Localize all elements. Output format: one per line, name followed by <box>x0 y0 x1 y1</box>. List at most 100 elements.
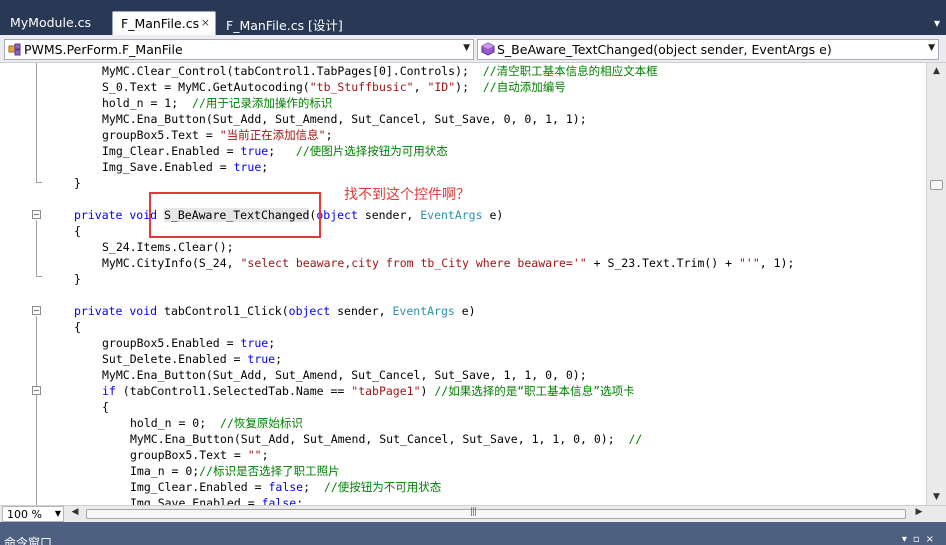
code-line[interactable]: groupBox5.Enabled = true; <box>102 335 275 351</box>
code-token: "ID" <box>427 80 456 94</box>
collapse-icon[interactable]: − <box>32 210 41 219</box>
outline-guide <box>36 276 42 277</box>
code-token: , <box>413 80 428 94</box>
code-token: //清空职工基本信息的相应文本框 <box>482 64 658 78</box>
code-line[interactable]: } <box>74 175 81 191</box>
code-line[interactable]: Sut_Delete.Enabled = true; <box>102 351 282 367</box>
code-editor[interactable]: − − − MyMC.Clear_Control(tabControl1.Tab… <box>0 63 926 505</box>
outline-guide <box>36 182 42 183</box>
code-token: S_24.Items.Clear(); <box>102 240 234 254</box>
collapse-icon[interactable]: − <box>32 386 41 395</box>
code-token: true <box>233 160 262 174</box>
code-token: ; <box>268 336 276 350</box>
chevron-down-icon[interactable]: ▼ <box>928 43 935 53</box>
code-line[interactable]: { <box>102 399 109 415</box>
code-line[interactable]: MyMC.Ena_Button(Sut_Add, Sut_Amend, Sut_… <box>130 431 642 447</box>
code-token: object <box>316 208 358 222</box>
code-token: "当前正在添加信息" <box>219 128 326 142</box>
collapse-icon[interactable]: − <box>32 306 41 315</box>
code-line[interactable]: } <box>74 271 81 287</box>
code-line[interactable]: Img_Save.Enabled = false; <box>130 495 303 505</box>
zoom-dropdown[interactable]: 100 % ▼ <box>2 506 64 522</box>
scroll-down-icon[interactable]: ▼ <box>928 489 945 505</box>
code-line[interactable]: Img_Clear.Enabled = false; //使按钮为不可用状态 <box>130 479 441 495</box>
code-line[interactable]: hold_n = 1; //用于记录添加操作的标识 <box>102 95 332 111</box>
vertical-scroll-thumb[interactable] <box>930 180 943 190</box>
scroll-left-icon[interactable]: ◀ <box>68 507 82 517</box>
code-token: groupBox5.Enabled = <box>102 336 241 350</box>
window-close-icon[interactable]: ▾ <box>934 16 940 30</box>
code-line[interactable]: if (tabControl1.SelectedTab.Name == "tab… <box>102 383 635 399</box>
code-token: e) <box>454 304 476 318</box>
close-icon[interactable]: × <box>201 16 210 29</box>
code-line[interactable]: S_0.Text = MyMC.GetAutocoding("tb_Stuffb… <box>102 79 566 95</box>
horizontal-scrollbar[interactable]: ◀ ||| ▶ <box>66 506 926 522</box>
chevron-down-icon[interactable]: ▼ <box>463 43 470 53</box>
code-text-area[interactable]: MyMC.Clear_Control(tabControl1.TabPages[… <box>46 63 926 505</box>
command-window-title: 命令窗口 <box>4 536 53 545</box>
code-token: Img_Save.Enabled = <box>102 160 234 174</box>
tab-f-manfile-designer[interactable]: F_ManFile.cs [设计] <box>218 11 418 35</box>
code-line[interactable]: hold_n = 0; //恢复原始标识 <box>130 415 303 431</box>
code-token: if <box>102 384 116 398</box>
code-token: true <box>240 144 269 158</box>
class-icon <box>8 43 21 56</box>
tab-mymodule-cs[interactable]: MyModule.cs <box>2 11 112 35</box>
pane-buttons[interactable]: ▾▫× <box>902 534 940 545</box>
code-line[interactable]: MyMC.CityInfo(S_24, "select beaware,city… <box>102 255 794 271</box>
code-line[interactable]: { <box>74 319 81 335</box>
code-token: object <box>288 304 331 318</box>
vertical-scrollbar[interactable]: ▲ ▼ <box>926 63 946 505</box>
code-line[interactable]: Ima_n = 0;//标识是否选择了职工照片 <box>130 463 340 479</box>
code-token: + S_23.Text.Trim() + <box>586 256 739 270</box>
code-token: Img_Clear.Enabled = <box>102 144 241 158</box>
code-token: //如果选择的是“职工基本信息”选项卡 <box>434 384 635 398</box>
code-line[interactable]: MyMC.Ena_Button(Sut_Add, Sut_Amend, Sut_… <box>102 367 587 383</box>
tab-label: F_ManFile.cs [设计] <box>226 18 343 33</box>
class-dropdown[interactable]: PWMS.PerForm.F_ManFile ▼ <box>4 39 474 60</box>
code-line[interactable]: groupBox5.Text = ""; <box>130 447 269 463</box>
code-token: Img_Save.Enabled = <box>130 496 262 505</box>
method-icon <box>481 42 495 56</box>
code-token: true <box>247 352 276 366</box>
code-token: //自动添加编号 <box>482 80 566 94</box>
code-token: ; <box>261 448 269 462</box>
grip-icon: ||| <box>470 507 477 517</box>
code-line[interactable]: { <box>74 223 81 239</box>
code-token: true <box>240 336 269 350</box>
horizontal-scroll-thumb[interactable] <box>86 509 906 519</box>
code-token: hold_n = 1; <box>102 96 193 110</box>
code-token: ; <box>275 352 283 366</box>
code-token: hold_n = 0; <box>130 416 221 430</box>
member-dropdown[interactable]: S_BeAware_TextChanged(object sender, Eve… <box>477 39 939 60</box>
code-token: e) <box>482 208 504 222</box>
scroll-right-icon[interactable]: ▶ <box>912 507 926 517</box>
code-token: private void <box>74 304 165 318</box>
code-token: MyMC.Clear_Control(tabControl1.TabPages[… <box>102 64 483 78</box>
code-token: Img_Clear.Enabled = <box>130 480 269 494</box>
chevron-down-icon[interactable]: ▼ <box>55 509 61 518</box>
code-line[interactable]: groupBox5.Text = "当前正在添加信息"; <box>102 127 333 143</box>
code-line[interactable]: S_24.Items.Clear(); <box>102 239 234 255</box>
outline-guide <box>36 316 37 396</box>
code-line[interactable]: MyMC.Clear_Control(tabControl1.TabPages[… <box>102 63 658 79</box>
tab-label: MyModule.cs <box>10 15 91 30</box>
code-line[interactable]: Img_Clear.Enabled = true; //使图片选择按钮为可用状态 <box>102 143 448 159</box>
scroll-up-icon[interactable]: ▲ <box>928 63 945 79</box>
tab-f-manfile-cs[interactable]: F_ManFile.cs × <box>112 11 216 35</box>
code-token: MyMC.CityInfo(S_24, <box>102 256 241 270</box>
code-token: EventArgs <box>392 304 455 318</box>
annotation-highlight-box <box>149 192 321 238</box>
code-token: //使按钮为不可用状态 <box>323 480 442 494</box>
zoom-value: 100 % <box>7 508 42 521</box>
member-dropdown-value: S_BeAware_TextChanged(object sender, Eve… <box>497 42 832 57</box>
code-token: //使图片选择按钮为可用状态 <box>295 144 448 158</box>
code-token: //恢复原始标识 <box>220 416 303 430</box>
code-line[interactable]: private void tabControl1_Click(object se… <box>74 303 476 319</box>
code-token: (tabControl1.SelectedTab.Name == <box>115 384 352 398</box>
code-token: S_0.Text = MyMC.GetAutocoding( <box>102 80 310 94</box>
code-line[interactable]: Img_Save.Enabled = true; <box>102 159 268 175</box>
command-window-header: 命令窗口 ▾▫× <box>0 522 946 545</box>
code-line[interactable]: MyMC.Ena_Button(Sut_Add, Sut_Amend, Sut_… <box>102 111 587 127</box>
code-token: MyMC.Ena_Button(Sut_Add, Sut_Amend, Sut_… <box>102 112 587 126</box>
